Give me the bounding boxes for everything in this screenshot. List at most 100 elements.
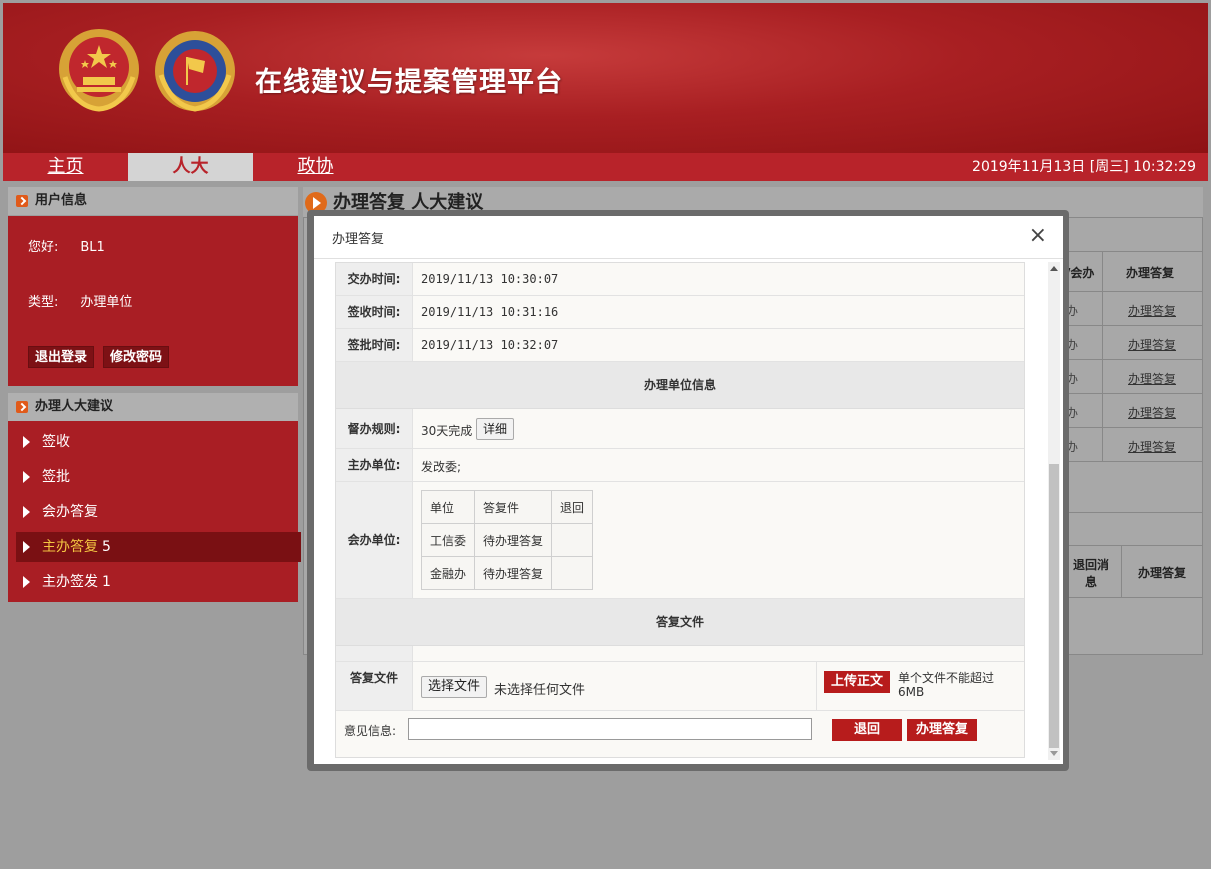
supervise-value: 30天完成 xyxy=(421,424,473,438)
reply-link[interactable]: 办理答复 xyxy=(1128,370,1176,387)
divider xyxy=(1050,325,1203,326)
sidebar-item-count: 5 xyxy=(102,539,111,555)
modal-form: 交办时间: 2019/11/13 10:30:07 签收时间: 2019/11/… xyxy=(335,262,1025,758)
menu-panel-heading: 办理人大建议 xyxy=(8,393,298,421)
field-value: 2019/11/13 10:32:07 xyxy=(421,338,559,352)
sidebar-item-approve[interactable]: 签批 xyxy=(8,462,298,492)
cppcc-emblem-icon xyxy=(155,31,235,112)
tab-npc[interactable]: 人大 xyxy=(128,153,253,181)
table-cell xyxy=(551,523,594,557)
scroll-thumb[interactable] xyxy=(1049,464,1059,748)
divider xyxy=(1050,359,1203,360)
divider xyxy=(1050,251,1203,252)
field-row-co-units: 会办单位: 单位 答复件 退回 工信委 待办理答复 金融办 待办理答复 xyxy=(336,482,1024,599)
national-emblem-icon xyxy=(59,29,139,112)
sidebar-item-host-issue[interactable]: 主办签发 1 xyxy=(8,567,298,597)
return-button[interactable]: 退回 xyxy=(832,719,902,741)
field-row-supervise: 督办规则: 30天完成 详细 xyxy=(336,409,1024,449)
co-units-table: 单位 答复件 退回 工信委 待办理答复 金融办 待办理答复 xyxy=(420,490,594,590)
sidebar-item-host-reply[interactable]: 主办答复 5 xyxy=(16,532,301,562)
table-header-reply: 办理答复 xyxy=(1138,566,1187,580)
username: BL1 xyxy=(80,240,105,255)
sidebar-item-label: 会办答复 xyxy=(42,504,98,520)
divider xyxy=(1050,291,1203,292)
modal-scrollbar[interactable] xyxy=(1048,262,1060,760)
sidebar-item-label: 签收 xyxy=(42,434,70,450)
divider xyxy=(1050,545,1203,546)
detail-button[interactable]: 详细 xyxy=(476,418,515,440)
table-header-return-message: 退回消息 xyxy=(1072,558,1109,589)
field-row-opinion: 意见信息: 退回 办理答复 xyxy=(336,711,1024,757)
field-row-host-unit: 主办单位: 发改委; xyxy=(336,449,1024,482)
user-info-box: 您好: BL1 类型: 办理单位 退出登录 修改密码 xyxy=(8,216,298,386)
site-title: 在线建议与提案管理平台 xyxy=(255,67,563,98)
table-header-co: /会办 xyxy=(1066,266,1095,280)
sidebar-menu: 签收 签批 会办答复 主办答复 5 主办签发 1 xyxy=(8,421,301,602)
sidebar-item-count: 1 xyxy=(102,574,111,590)
user-panel-heading: 用户信息 xyxy=(8,187,298,215)
field-label: 督办规则: xyxy=(336,409,413,448)
table-header-reply: 办理答复 xyxy=(1126,266,1175,280)
field-value: 2019/11/13 10:31:16 xyxy=(421,305,559,319)
caret-right-icon xyxy=(23,506,30,518)
divider xyxy=(816,662,817,711)
table-cell: 待办理答复 xyxy=(474,556,553,590)
field-row-approve-time: 签批时间: 2019/11/13 10:32:07 xyxy=(336,329,1024,362)
table-cell: 待办理答复 xyxy=(474,523,553,557)
field-row-reply-file: 答复文件 选择文件 未选择任何文件 上传正文 单个文件不能超过6MB xyxy=(336,662,1024,711)
no-file-text: 未选择任何文件 xyxy=(494,683,586,698)
table-row: 金融办 待办理答复 xyxy=(420,556,594,590)
reply-link[interactable]: 办理答复 xyxy=(1128,336,1176,353)
type-value: 办理单位 xyxy=(80,295,133,310)
caret-right-icon xyxy=(23,576,30,588)
greeting-label: 您好: xyxy=(28,240,59,255)
opinion-input[interactable] xyxy=(408,718,812,740)
reply-link[interactable]: 办理答复 xyxy=(1128,302,1176,319)
divider xyxy=(1050,393,1203,394)
divider xyxy=(1121,545,1122,597)
divider xyxy=(1050,597,1203,598)
field-row-assign-time: 交办时间: 2019/11/13 10:30:07 xyxy=(336,263,1024,296)
table-row: 工信委 待办理答复 xyxy=(420,523,594,557)
field-label: 会办单位: xyxy=(336,482,413,598)
field-label: 答复文件 xyxy=(336,662,413,710)
sidebar-item-co-reply[interactable]: 会办答复 xyxy=(8,497,298,527)
site-header: 在线建议与提案管理平台 xyxy=(3,3,1208,153)
caret-right-icon xyxy=(23,436,30,448)
reply-link[interactable]: 办理答复 xyxy=(1128,438,1176,455)
field-label: 签批时间: xyxy=(336,329,413,361)
sidebar-item-label: 签批 xyxy=(42,469,70,485)
tab-cppcc[interactable]: 政协 xyxy=(253,153,378,181)
table-header: 单位 xyxy=(420,490,476,524)
scroll-up-icon[interactable] xyxy=(1050,266,1058,271)
tab-home[interactable]: 主页 xyxy=(3,153,128,181)
caret-right-icon xyxy=(23,541,30,553)
field-label: 交办时间: xyxy=(336,263,413,295)
sidebar-item-sign[interactable]: 签收 xyxy=(8,427,298,457)
spacer-label xyxy=(336,646,413,661)
current-datetime: 2019年11月13日 [周三] 10:32:29 xyxy=(972,159,1196,175)
upload-button[interactable]: 上传正文 xyxy=(824,671,891,693)
table-cell: 金融办 xyxy=(420,556,476,590)
host-unit-value: 发改委; xyxy=(421,460,462,474)
close-icon[interactable]: × xyxy=(1029,224,1047,248)
change-password-button[interactable]: 修改密码 xyxy=(103,346,170,368)
greeting-row: 您好: BL1 xyxy=(28,236,105,255)
logout-button[interactable]: 退出登录 xyxy=(28,346,95,368)
table-header-row: 单位 答复件 退回 xyxy=(420,490,594,524)
section-unit-info: 办理单位信息 xyxy=(336,362,1024,409)
scroll-down-icon[interactable] xyxy=(1050,751,1058,756)
divider xyxy=(1050,461,1203,462)
reply-button[interactable]: 办理答复 xyxy=(907,719,977,741)
choose-file-button[interactable]: 选择文件 xyxy=(421,676,488,698)
caret-right-icon xyxy=(23,471,30,483)
user-panel-title: 用户信息 xyxy=(35,193,88,208)
section-reply-files: 答复文件 xyxy=(336,599,1024,646)
modal-divider xyxy=(314,258,1063,259)
divider xyxy=(1050,512,1203,513)
modal-title: 办理答复 xyxy=(332,232,385,247)
arrow-right-icon xyxy=(16,195,28,207)
reply-link[interactable]: 办理答复 xyxy=(1128,404,1176,421)
spacer-row xyxy=(336,646,1024,662)
field-label: 主办单位: xyxy=(336,449,413,481)
